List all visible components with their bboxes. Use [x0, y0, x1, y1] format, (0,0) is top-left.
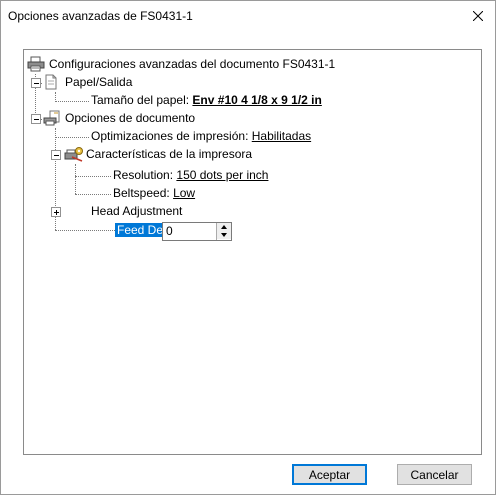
close-button[interactable] — [461, 1, 495, 31]
feed-delay-decrement-button[interactable] — [217, 231, 231, 239]
paper-size-value[interactable]: Env #10 4 1/8 x 9 1/2 in — [192, 93, 321, 107]
tree-item-head-adjustment[interactable]: Head Adjustment — [91, 203, 182, 219]
cancel-button[interactable]: Cancelar — [397, 464, 472, 485]
beltspeed-value[interactable]: Low — [173, 186, 195, 200]
resolution-value[interactable]: 150 dots per inch — [176, 168, 268, 182]
feed-delay-spinbox[interactable] — [162, 222, 232, 241]
arrow-down-icon — [221, 233, 227, 237]
paper-output-collapse-toggle[interactable] — [31, 78, 41, 88]
printer-features-label: Características de la impresora — [86, 147, 253, 161]
printer-features-collapse-toggle[interactable] — [51, 150, 61, 160]
tree-item-print-optimizations[interactable]: Optimizaciones de impresión: Habilitadas — [91, 128, 311, 144]
document-options-icon — [43, 110, 61, 130]
resolution-label: Resolution: — [113, 168, 174, 182]
close-icon — [473, 11, 483, 21]
paper-icon — [43, 74, 59, 94]
tree-item-resolution[interactable]: Resolution: 150 dots per inch — [113, 167, 268, 183]
title-bar: Opciones avanzadas de FS0431-1 — [1, 1, 495, 31]
feed-delay-spin-buttons[interactable] — [216, 223, 231, 240]
paper-size-label: Tamaño del papel: — [91, 93, 190, 107]
print-optimizations-label: Optimizaciones de impresión: — [91, 129, 249, 143]
beltspeed-label: Beltspeed: — [113, 186, 170, 200]
head-adjustment-label: Head Adjustment — [91, 204, 183, 218]
head-adjustment-expand-toggle[interactable] — [51, 207, 61, 217]
feed-delay-input[interactable] — [166, 223, 212, 238]
settings-tree[interactable]: Configuraciones avanzadas del documento … — [23, 49, 482, 455]
printer-icon — [27, 56, 45, 76]
tree-item-beltspeed[interactable]: Beltspeed: Low — [113, 185, 195, 201]
window-title: Opciones avanzadas de FS0431-1 — [8, 9, 193, 23]
print-optimizations-value[interactable]: Habilitadas — [252, 129, 311, 143]
advanced-options-dialog: Opciones avanzadas de FS0431-1 Configura… — [0, 0, 496, 495]
tree-item-paper-size[interactable]: Tamaño del papel: Env #10 4 1/8 x 9 1/2 … — [91, 92, 322, 108]
arrow-up-icon — [221, 225, 227, 229]
printer-features-icon — [64, 146, 84, 166]
paper-output-label: Papel/Salida — [65, 75, 133, 89]
document-options-collapse-toggle[interactable] — [31, 114, 41, 124]
ok-button[interactable]: Aceptar — [292, 464, 367, 485]
document-options-label: Opciones de documento — [65, 111, 196, 125]
tree-root-label: Configuraciones avanzadas del documento … — [49, 57, 336, 71]
